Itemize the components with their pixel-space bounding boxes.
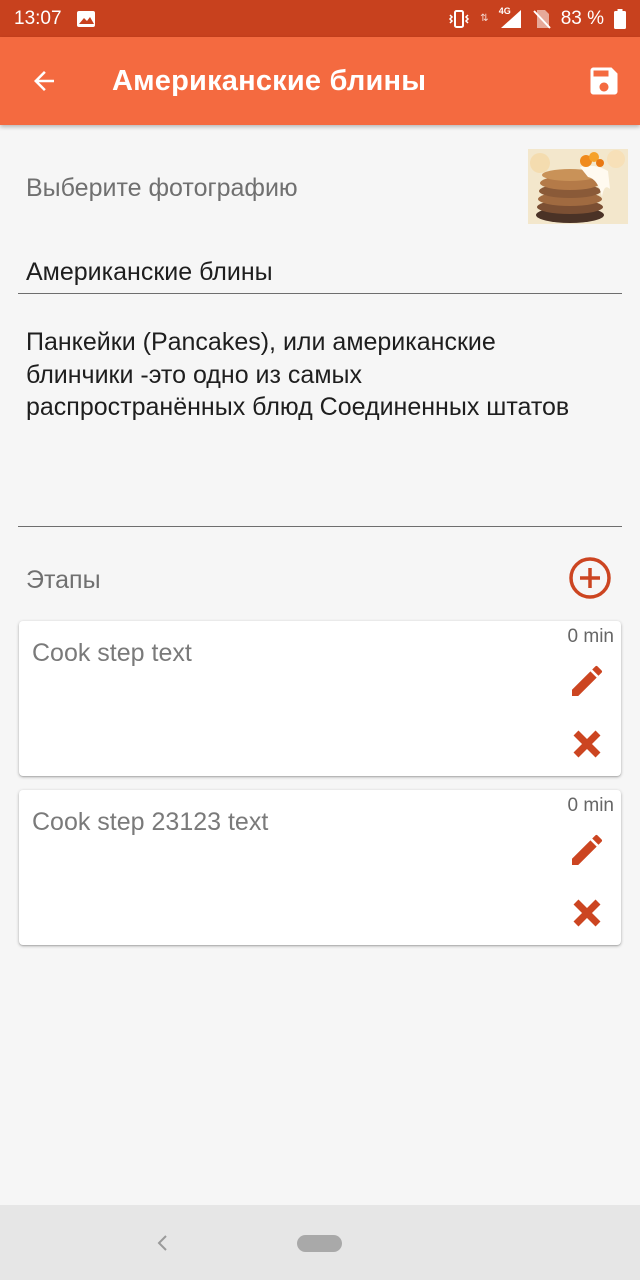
- step-card[interactable]: Cook step text 0 min: [19, 621, 621, 776]
- vibrate-icon: [448, 9, 470, 29]
- close-icon: [573, 899, 601, 927]
- add-circle-icon: [569, 557, 611, 599]
- back-button[interactable]: [0, 37, 88, 125]
- step-card[interactable]: Cook step 23123 text 0 min: [19, 790, 621, 945]
- edit-step-button[interactable]: [567, 830, 607, 870]
- recipe-photo-thumbnail[interactable]: [528, 149, 628, 224]
- steps-label: Этапы: [26, 566, 101, 594]
- network-type-label: 4G: [498, 5, 511, 16]
- gallery-notification-icon: [76, 10, 96, 28]
- system-nav-bar: [0, 1205, 640, 1280]
- delete-step-button[interactable]: [570, 727, 604, 761]
- save-icon: [590, 67, 618, 95]
- photo-picker-label: Выберите фотографию: [26, 174, 298, 202]
- status-bar: 13:07 ⇅ 4G 83 %: [0, 0, 640, 37]
- step-text: Cook step 23123 text: [32, 808, 269, 836]
- recipe-description-text[interactable]: Панкейки (Pancakes), или американские бл…: [26, 326, 586, 424]
- recipe-description-field[interactable]: Панкейки (Pancakes), или американские бл…: [18, 322, 622, 527]
- battery-percent: 83 %: [560, 7, 604, 29]
- recipe-name-input[interactable]: [26, 258, 616, 287]
- app-bar: Американские блины: [0, 37, 640, 125]
- no-sim-icon: [532, 9, 551, 29]
- signal-4g-icon: 4G: [498, 5, 523, 29]
- status-time: 13:07: [14, 7, 62, 29]
- step-time: 0 min: [567, 795, 614, 816]
- close-icon: [573, 730, 601, 758]
- delete-step-button[interactable]: [570, 896, 604, 930]
- photo-picker[interactable]: Выберите фотографию: [26, 149, 628, 228]
- arrow-back-icon: [34, 71, 54, 91]
- edit-step-button[interactable]: [567, 661, 607, 701]
- save-button[interactable]: [586, 63, 622, 99]
- battery-icon: [614, 8, 626, 29]
- recipe-name-field[interactable]: [18, 246, 622, 294]
- pencil-icon: [572, 665, 603, 696]
- page-title: Американские блины: [112, 64, 427, 97]
- nav-back-button[interactable]: [150, 1229, 174, 1257]
- nav-home-pill[interactable]: [297, 1235, 342, 1252]
- data-arrows-icon: ⇅: [480, 13, 489, 24]
- step-time: 0 min: [567, 626, 614, 647]
- pencil-icon: [572, 834, 603, 865]
- step-text: Cook step text: [32, 639, 192, 667]
- chevron-left-icon: [157, 1235, 167, 1251]
- add-step-button[interactable]: [568, 556, 612, 600]
- steps-header: Этапы: [26, 556, 616, 602]
